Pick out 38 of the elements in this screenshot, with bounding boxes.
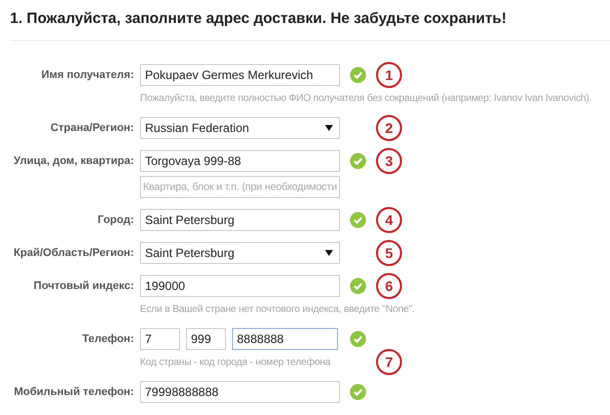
step-number: 5 <box>376 240 402 266</box>
field-label: Почтовый индекс: <box>34 280 134 292</box>
step-number: 4 <box>376 207 402 233</box>
section-heading: 1. Пожалуйста, заполните адрес доставки. Не забудьте сохранить! <box>9 9 508 29</box>
text-field[interactable]: Saint Petersburg <box>140 209 340 231</box>
check-icon <box>350 278 366 294</box>
step-number: 6 <box>376 273 402 299</box>
step-number: 2 <box>376 115 402 141</box>
field-label: Телефон: <box>82 333 134 345</box>
phone-field[interactable]: 999 <box>186 328 226 350</box>
dropdown[interactable]: Russian Federation <box>140 117 340 139</box>
hint-text: Код страны - код города - номер телефона <box>140 356 331 368</box>
step-number: 3 <box>376 148 402 174</box>
check-icon <box>350 331 366 347</box>
text-field[interactable]: 79998888888 <box>140 381 340 403</box>
text-field[interactable]: 199000 <box>140 275 340 297</box>
field-label: Город: <box>98 214 134 226</box>
step-number: 7 <box>376 349 402 375</box>
field-label: Край/Область/Регион: <box>14 247 134 259</box>
check-icon <box>350 67 366 83</box>
step-number: 1 <box>376 62 402 88</box>
check-icon <box>350 384 366 400</box>
field-label: Имя получателя: <box>41 69 134 81</box>
phone-field[interactable]: 8888888 <box>232 328 338 350</box>
phone-field[interactable]: 7 <box>140 328 180 350</box>
hint-text: Если в Вашей стране нет почтового индекса, введите "None". <box>140 304 415 314</box>
text-field[interactable]: Torgovaya 999-88 <box>140 150 340 172</box>
check-icon <box>350 212 366 228</box>
caret-icon <box>325 250 333 256</box>
text-field[interactable]: Квартира, блок и т.п. (при необходимости <box>140 176 340 198</box>
field-label: Улица, дом, квартира: <box>14 155 134 167</box>
hint-text: Пожалуйста, введите полностью ФИО получателя без сокращений (например: Ivanov Ivan Ivanovich). <box>140 92 592 104</box>
text-field[interactable]: Pokupaev Germes Merkurevich <box>140 64 340 86</box>
dropdown[interactable]: Saint Petersburg <box>140 242 340 264</box>
caret-icon <box>325 125 333 131</box>
field-label: Мобильный телефон: <box>14 386 134 398</box>
check-icon <box>350 153 366 169</box>
field-label: Страна/Регион: <box>50 122 134 134</box>
